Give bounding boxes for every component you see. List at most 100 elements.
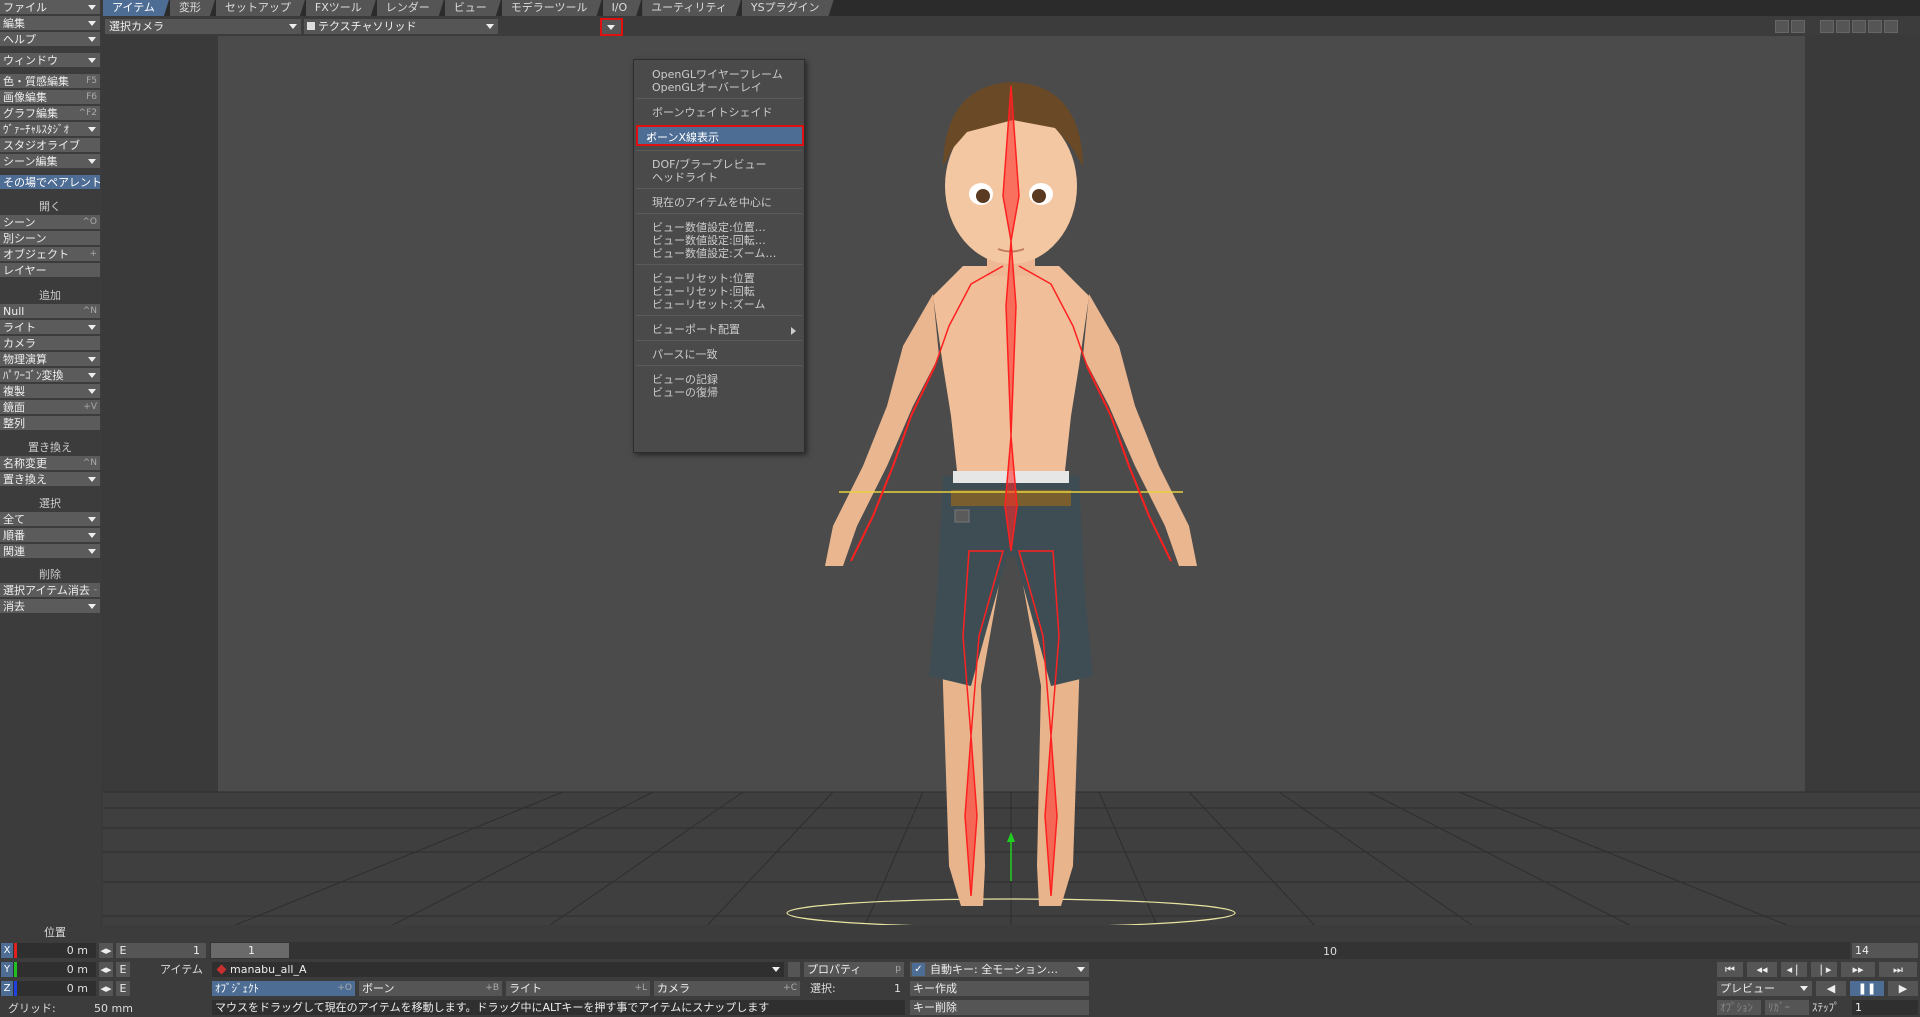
timeline-slider[interactable]: 1	[211, 943, 289, 958]
parent-in-place-button[interactable]: その場でペアレント	[0, 175, 100, 190]
menu-center-current-item[interactable]: 現在のアイテムを中心に	[652, 196, 772, 210]
add-null-button[interactable]: Null ^N	[0, 304, 100, 319]
menu-bone-weight-shade[interactable]: ボーンウェイトシェイド	[652, 106, 772, 120]
clear-selected-button[interactable]: 選択アイテム消去 -	[0, 583, 100, 598]
tab-render[interactable]: レンダー	[377, 0, 444, 16]
lights-mode-button[interactable]: ライト +L	[506, 981, 650, 996]
x-envelope-button[interactable]: E	[116, 943, 130, 958]
menu-numeric-position[interactable]: ビュー数値設定:位置…	[652, 221, 766, 235]
menu-restore-view[interactable]: ビューの復帰	[652, 386, 718, 400]
graph-editor-button[interactable]: グラフ編集 ^F2	[0, 106, 100, 121]
edit-menu-button[interactable]: 編集	[0, 16, 100, 31]
3d-viewport[interactable]: OpenGLワイヤーフレーム OpenGLオーバーレイ ボーンウェイトシェイド …	[103, 36, 1920, 930]
x-position-field[interactable]: X 0 m	[0, 943, 96, 958]
menu-opengl-overlay[interactable]: OpenGLオーバーレイ	[652, 81, 762, 95]
pause-button[interactable]: ❚❚	[1850, 981, 1884, 996]
window-menu-button[interactable]: ウィンドウ	[0, 53, 100, 68]
camera-select-dropdown[interactable]: 選択カメラ	[105, 19, 301, 34]
tab-modeler-tools[interactable]: モデラーツール	[502, 0, 602, 16]
zoom-view-icon[interactable]	[1868, 20, 1882, 33]
edit-button[interactable]: ﾘｶﾞｰ	[1765, 1000, 1809, 1015]
select-all-button[interactable]: 全て	[0, 512, 100, 527]
mirror-button[interactable]: 鏡面 +V	[0, 400, 100, 415]
menu-reset-zoom[interactable]: ビューリセット:ズーム	[652, 298, 765, 312]
menu-dof-blur-preview[interactable]: DOF/ブラープレビュー	[652, 158, 767, 172]
tab-modify[interactable]: 変形	[170, 0, 215, 16]
load-scene-button[interactable]: シーン ^O	[0, 215, 100, 230]
y-reset-arrows[interactable]: ◂▸	[99, 962, 113, 977]
image-editor-button[interactable]: 画像編集 F6	[0, 90, 100, 105]
viewport-list-icon[interactable]	[1775, 20, 1789, 33]
select-order-button[interactable]: 順番	[0, 528, 100, 543]
z-reset-arrows[interactable]: ◂▸	[99, 981, 113, 996]
play-button[interactable]: ▶	[1888, 981, 1918, 996]
go-to-end-button[interactable]: ⏭	[1879, 962, 1917, 977]
virtual-studio-button[interactable]: ｳﾞｧｰﾁｬﾙｽﾀｼﾞｵ	[0, 122, 100, 137]
load-other-scene-button[interactable]: 別シーン	[0, 231, 100, 246]
add-light-button[interactable]: ライト	[0, 320, 100, 335]
scene-editor-button[interactable]: シーン編集	[0, 154, 100, 169]
create-key-button[interactable]: キー作成	[910, 981, 1089, 996]
menu-opengl-wireframe[interactable]: OpenGLワイヤーフレーム	[652, 68, 783, 82]
move-view-icon[interactable]	[1820, 20, 1834, 33]
tab-setup[interactable]: セットアップ	[216, 0, 305, 16]
tab-ys-plugins[interactable]: YSプラグイン	[742, 0, 834, 16]
options-button[interactable]: ｵﾌﾟｼｮﾝ	[1717, 1000, 1761, 1015]
menu-match-perspective[interactable]: パースに一致	[652, 348, 717, 362]
render-mode-dropdown[interactable]: テクスチャソリッド	[304, 19, 498, 34]
add-camera-button[interactable]: カメラ	[0, 336, 100, 351]
menu-reset-rotation[interactable]: ビューリセット:回転	[652, 285, 755, 299]
align-button[interactable]: 整列	[0, 416, 100, 431]
next-frame-button[interactable]: ❘▸	[1811, 962, 1837, 977]
previous-frame-button[interactable]: ◂❘	[1781, 962, 1807, 977]
viewport-maximize-icon[interactable]	[1791, 20, 1805, 33]
menu-reset-position[interactable]: ビューリセット:位置	[652, 272, 755, 286]
z-envelope-button[interactable]: E	[116, 981, 130, 996]
rename-button[interactable]: 名称変更 ^N	[0, 456, 100, 471]
tab-items[interactable]: アイテム	[103, 0, 169, 16]
cameras-mode-button[interactable]: カメラ +C	[654, 981, 800, 996]
dynamics-button[interactable]: 物理演算	[0, 352, 100, 367]
file-menu-button[interactable]: ファイル	[0, 0, 100, 15]
properties-button[interactable]: プロパティ p	[804, 962, 904, 977]
maximize-icon[interactable]	[1884, 20, 1898, 33]
objects-mode-button[interactable]: ｵﾌﾞｼﾞｪｸﾄ +O	[212, 981, 355, 996]
step-field[interactable]: 1	[1852, 1000, 1918, 1015]
y-position-field[interactable]: Y 0 m	[0, 962, 96, 977]
pan-view-icon[interactable]	[1852, 20, 1866, 33]
item-lock-toggle[interactable]	[788, 962, 800, 977]
menu-viewport-layout[interactable]: ビューポート配置	[652, 323, 802, 337]
timeline-track[interactable]	[210, 942, 1850, 959]
load-layer-button[interactable]: レイヤー	[0, 263, 100, 278]
go-to-start-button[interactable]: ⏮	[1717, 962, 1743, 977]
y-envelope-button[interactable]: E	[116, 962, 130, 977]
next-key-button[interactable]: ▸▸	[1841, 962, 1875, 977]
x-reset-arrows[interactable]: ◂▸	[99, 943, 113, 958]
frame-start-field[interactable]: 1	[130, 943, 206, 958]
menu-numeric-zoom[interactable]: ビュー数値設定:ズーム…	[652, 247, 776, 261]
replace-button[interactable]: 置き換え	[0, 472, 100, 487]
load-object-button[interactable]: オブジェクト +	[0, 247, 100, 262]
tab-io[interactable]: I/O	[603, 0, 642, 16]
preview-dropdown[interactable]: プレビュー	[1717, 981, 1812, 996]
delete-key-button[interactable]: キー削除	[910, 1000, 1089, 1015]
rotate-view-icon[interactable]	[1836, 20, 1850, 33]
viewport-options-button[interactable]	[600, 18, 623, 36]
z-position-field[interactable]: Z 0 m	[0, 981, 96, 996]
play-reverse-button[interactable]: ◀	[1816, 981, 1846, 996]
select-related-button[interactable]: 関連	[0, 544, 100, 559]
help-menu-button[interactable]: ヘルプ	[0, 32, 100, 47]
auto-key-dropdown[interactable]: ✓ 自動キー: 全モーション…	[910, 962, 1089, 977]
previous-key-button[interactable]: ◂◂	[1747, 962, 1777, 977]
tab-utilities[interactable]: ユーティリティ	[642, 0, 741, 16]
auto-key-checkbox[interactable]: ✓	[912, 963, 925, 976]
polygon-convert-button[interactable]: ﾊﾟﾜｰｺﾞﾝ変換	[0, 368, 100, 383]
clone-button[interactable]: 複製	[0, 384, 100, 399]
clear-button[interactable]: 消去	[0, 599, 100, 614]
menu-headlight[interactable]: ヘッドライト	[652, 171, 718, 185]
menu-bone-xray[interactable]: ✓ ボーンX線表示	[636, 125, 804, 146]
menu-numeric-rotation[interactable]: ビュー数値設定:回転…	[652, 234, 766, 248]
frame-end-field[interactable]: 14	[1852, 943, 1918, 958]
tab-view[interactable]: ビュー	[445, 0, 501, 16]
studio-live-button[interactable]: スタジオライブ	[0, 138, 100, 153]
